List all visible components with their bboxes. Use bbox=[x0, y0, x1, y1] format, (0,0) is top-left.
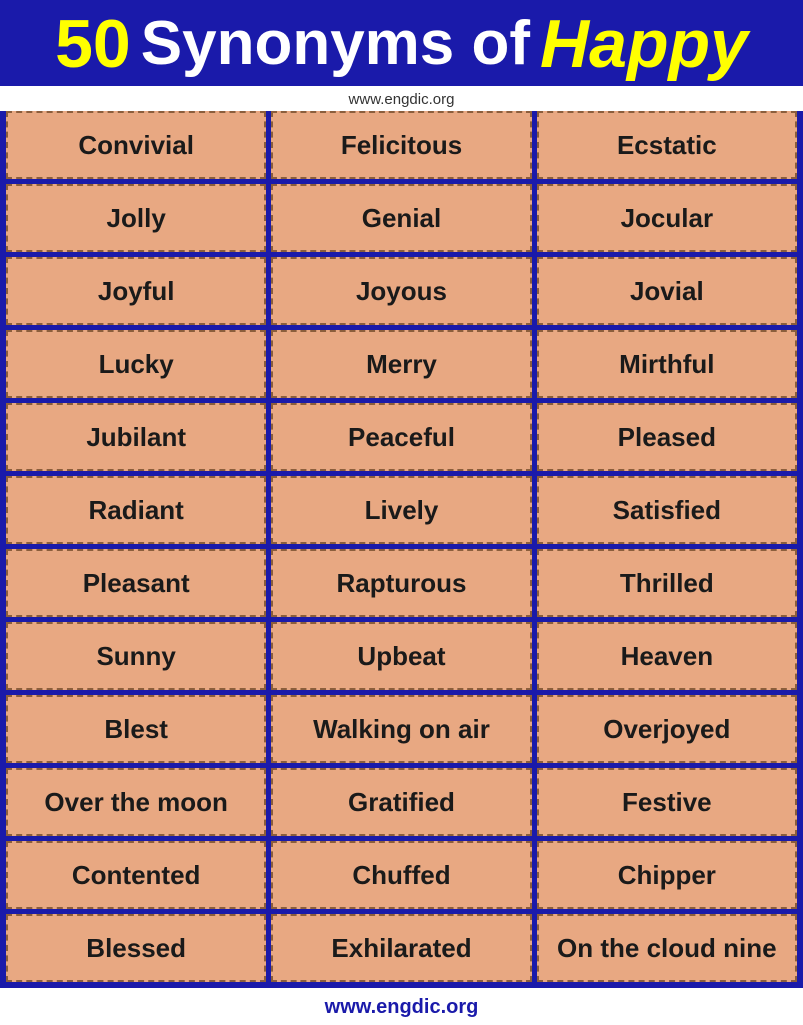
word-label: Genial bbox=[362, 203, 441, 234]
word-cell: Blessed bbox=[6, 914, 266, 982]
word-cell: Ecstatic bbox=[537, 111, 797, 179]
word-label: Radiant bbox=[88, 495, 183, 526]
word-cell: Chuffed bbox=[271, 841, 531, 909]
word-label: Jolly bbox=[107, 203, 166, 234]
word-cell: Satisfied bbox=[537, 476, 797, 544]
word-cell: Over the moon bbox=[6, 768, 266, 836]
word-label: Joyful bbox=[98, 276, 175, 307]
word-cell: Festive bbox=[537, 768, 797, 836]
word-label: Mirthful bbox=[619, 349, 714, 380]
word-cell: Merry bbox=[271, 330, 531, 398]
word-cell: Sunny bbox=[6, 622, 266, 690]
word-cell: Lively bbox=[271, 476, 531, 544]
word-label: Convivial bbox=[78, 130, 194, 161]
word-cell: Jolly bbox=[6, 184, 266, 252]
header: 50 Synonyms of Happy bbox=[0, 0, 803, 86]
word-label: Festive bbox=[622, 787, 712, 818]
word-cell: Joyous bbox=[271, 257, 531, 325]
word-label: Overjoyed bbox=[603, 714, 730, 745]
word-label: Jubilant bbox=[86, 422, 186, 453]
word-label: Gratified bbox=[348, 787, 455, 818]
word-cell: Rapturous bbox=[271, 549, 531, 617]
word-label: Chipper bbox=[618, 860, 716, 891]
word-cell: Pleased bbox=[537, 403, 797, 471]
word-label: Over the moon bbox=[44, 787, 227, 818]
word-cell: Jubilant bbox=[6, 403, 266, 471]
word-label: Thrilled bbox=[620, 568, 714, 599]
url-top: www.engdic.org bbox=[349, 91, 455, 108]
header-number: 50 bbox=[55, 10, 131, 78]
word-label: Merry bbox=[366, 349, 437, 380]
word-cell: Contented bbox=[6, 841, 266, 909]
word-label: Sunny bbox=[96, 641, 175, 672]
word-label: Heaven bbox=[621, 641, 714, 672]
word-cell: Walking on air bbox=[271, 695, 531, 763]
word-label: Satisfied bbox=[613, 495, 721, 526]
word-cell: Joyful bbox=[6, 257, 266, 325]
word-label: Felicitous bbox=[341, 130, 462, 161]
word-cell: Gratified bbox=[271, 768, 531, 836]
word-cell: Convivial bbox=[6, 111, 266, 179]
word-label: Jocular bbox=[621, 203, 714, 234]
header-middle-text: Synonyms of bbox=[141, 13, 530, 75]
word-label: Blest bbox=[104, 714, 168, 745]
word-label: Pleased bbox=[618, 422, 716, 453]
word-label: Peaceful bbox=[348, 422, 455, 453]
word-cell: Heaven bbox=[537, 622, 797, 690]
header-happy-word: Happy bbox=[540, 10, 748, 78]
word-label: Lucky bbox=[99, 349, 174, 380]
word-cell: Peaceful bbox=[271, 403, 531, 471]
word-label: Walking on air bbox=[313, 714, 490, 745]
url-bottom: www.engdic.org bbox=[325, 996, 479, 1018]
word-label: Joyous bbox=[356, 276, 447, 307]
word-cell: On the cloud nine bbox=[537, 914, 797, 982]
word-cell: Chipper bbox=[537, 841, 797, 909]
word-label: Chuffed bbox=[352, 860, 450, 891]
word-cell: Blest bbox=[6, 695, 266, 763]
word-label: Pleasant bbox=[83, 568, 190, 599]
word-label: Blessed bbox=[86, 933, 186, 964]
grid-container: Convivial Felicitous Ecstatic Jolly Genial Jo… bbox=[0, 111, 803, 988]
word-label: Upbeat bbox=[357, 641, 445, 672]
word-label: Ecstatic bbox=[617, 130, 717, 161]
word-label: Contented bbox=[72, 860, 201, 891]
word-cell: Jocular bbox=[537, 184, 797, 252]
word-label: Lively bbox=[365, 495, 439, 526]
word-cell: Jovial bbox=[537, 257, 797, 325]
word-label: Exhilarated bbox=[331, 933, 471, 964]
word-cell: Pleasant bbox=[6, 549, 266, 617]
word-cell: Overjoyed bbox=[537, 695, 797, 763]
word-cell: Upbeat bbox=[271, 622, 531, 690]
word-label: On the cloud nine bbox=[557, 933, 777, 964]
word-label: Jovial bbox=[630, 276, 704, 307]
website-top: www.engdic.org bbox=[0, 86, 803, 111]
word-cell: Radiant bbox=[6, 476, 266, 544]
word-label: Rapturous bbox=[336, 568, 466, 599]
word-cell: Genial bbox=[271, 184, 531, 252]
word-cell: Mirthful bbox=[537, 330, 797, 398]
word-cell: Thrilled bbox=[537, 549, 797, 617]
word-cell: Exhilarated bbox=[271, 914, 531, 982]
words-grid: Convivial Felicitous Ecstatic Jolly Genial Jo… bbox=[6, 111, 797, 982]
word-cell: Lucky bbox=[6, 330, 266, 398]
word-cell: Felicitous bbox=[271, 111, 531, 179]
website-bottom: www.engdic.org bbox=[0, 988, 803, 1025]
